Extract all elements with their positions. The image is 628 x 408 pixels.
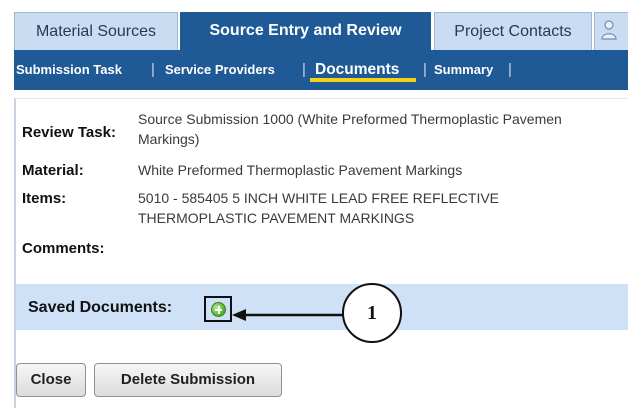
material-value: White Preformed Thermoplastic Pavement M… xyxy=(138,162,463,178)
add-document-highlight xyxy=(204,296,232,322)
material-label: Material: xyxy=(22,162,84,179)
items-value-line2: THERMOPLASTIC PAVEMENT MARKINGS xyxy=(138,210,415,226)
subnav-submission-task[interactable]: Submission Task xyxy=(16,50,122,90)
review-task-value-line1: Source Submission 1000 (White Preformed … xyxy=(138,111,562,127)
review-task-value-line2: Markings) xyxy=(138,131,200,147)
user-icon xyxy=(601,20,617,40)
subnav-summary[interactable]: Summary xyxy=(434,50,493,90)
subnav-service-providers[interactable]: Service Providers xyxy=(165,50,275,90)
subnav-separator: | xyxy=(423,61,427,78)
subnav-separator: | xyxy=(302,61,306,78)
saved-documents-label: Saved Documents: xyxy=(28,299,173,316)
delete-submission-button[interactable]: Delete Submission xyxy=(94,363,282,397)
tab-project-contacts[interactable]: Project Contacts xyxy=(434,12,592,50)
items-value-line1: 5010 - 585405 5 INCH WHITE LEAD FREE REF… xyxy=(138,190,500,206)
review-task-label: Review Task: xyxy=(22,124,116,141)
subnav-documents[interactable]: Documents xyxy=(315,50,399,90)
tab-source-entry-and-review[interactable]: Source Entry and Review xyxy=(180,12,431,50)
items-label: Items: xyxy=(22,190,67,207)
tab-user[interactable] xyxy=(594,12,628,50)
callout-number: 1 xyxy=(342,283,402,343)
close-button[interactable]: Close xyxy=(16,363,86,397)
sub-navigation: Submission Task | Service Providers | Do… xyxy=(14,50,628,90)
add-icon[interactable] xyxy=(211,302,226,317)
active-tab-underline xyxy=(310,78,416,82)
review-panel xyxy=(14,98,628,408)
tab-material-sources[interactable]: Material Sources xyxy=(14,12,178,50)
subnav-separator: | xyxy=(508,61,512,78)
subnav-separator: | xyxy=(151,61,155,78)
comments-label: Comments: xyxy=(22,240,105,257)
top-tab-bar: Material Sources Source Entry and Review… xyxy=(0,0,628,50)
callout-arrow xyxy=(232,309,344,321)
